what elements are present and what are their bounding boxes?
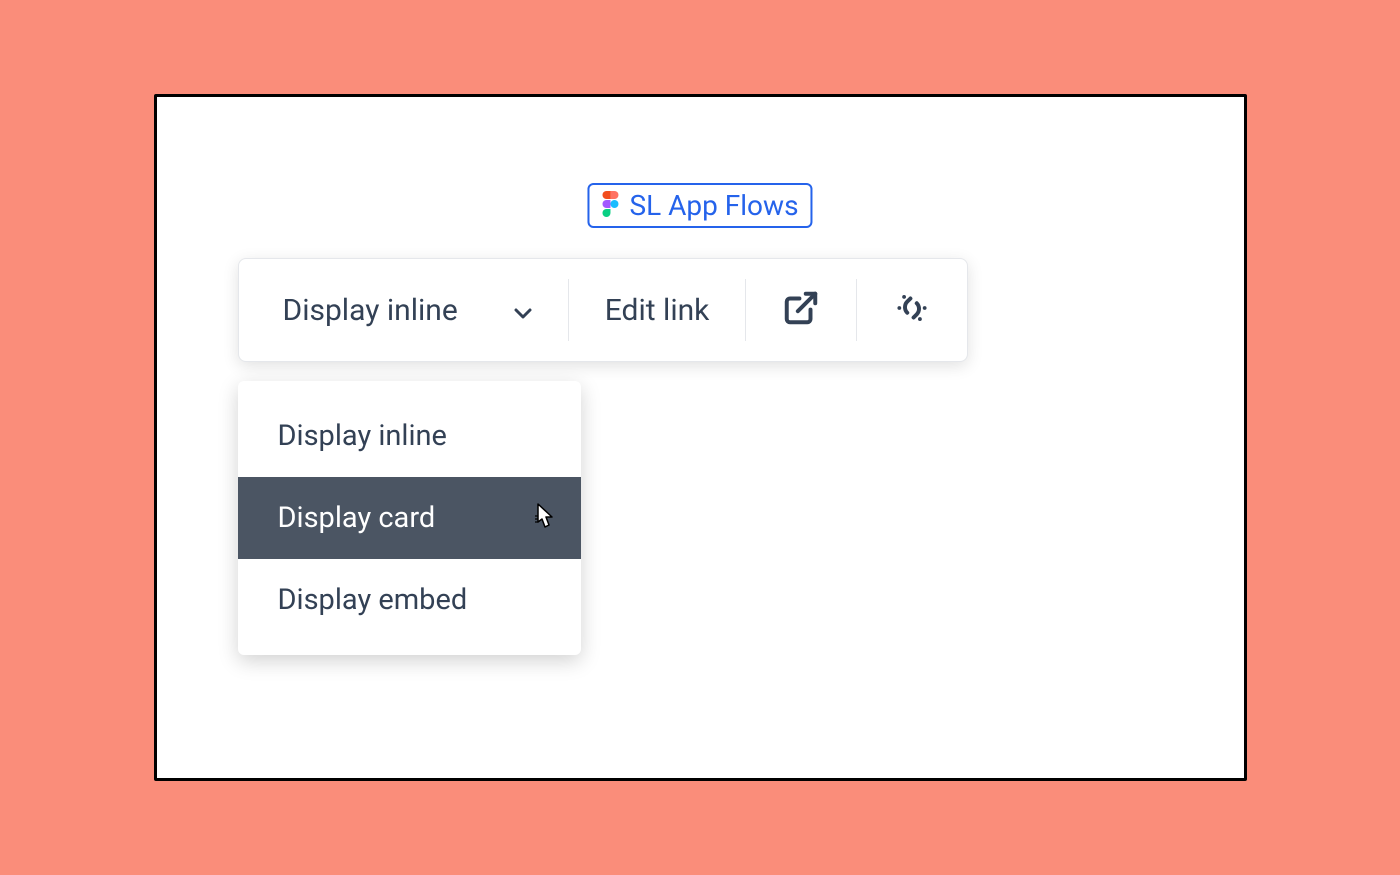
menu-item-label: Display embed bbox=[278, 583, 468, 617]
open-link-button[interactable] bbox=[746, 279, 857, 341]
edit-link-button[interactable]: Edit link bbox=[569, 279, 747, 341]
menu-item-label: Display card bbox=[278, 501, 436, 535]
link-toolbar: Display inline Edit link bbox=[238, 258, 969, 362]
link-title: SL App Flows bbox=[629, 189, 798, 222]
unlink-button[interactable] bbox=[857, 279, 967, 341]
display-mode-label: Display inline bbox=[283, 293, 458, 328]
chevron-down-icon bbox=[514, 293, 532, 328]
menu-item-display-card[interactable]: Display card bbox=[238, 477, 581, 559]
edit-link-label: Edit link bbox=[605, 293, 710, 328]
menu-item-display-inline[interactable]: Display inline bbox=[238, 395, 581, 477]
display-mode-dropdown[interactable]: Display inline bbox=[239, 279, 569, 341]
menu-item-label: Display inline bbox=[278, 419, 447, 453]
display-mode-menu: Display inline Display card Display embe… bbox=[238, 381, 581, 655]
figma-icon bbox=[601, 191, 619, 221]
external-link-icon bbox=[782, 289, 820, 331]
unlink-icon bbox=[893, 289, 931, 331]
content-panel: SL App Flows Display inline Edit link bbox=[154, 94, 1247, 781]
menu-item-display-embed[interactable]: Display embed bbox=[238, 559, 581, 641]
smart-link-chip[interactable]: SL App Flows bbox=[587, 183, 812, 228]
